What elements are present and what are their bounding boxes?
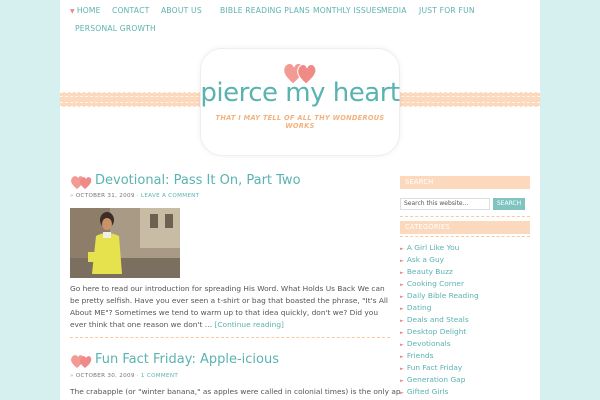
categories-heading: CATEGORIES [400,221,530,234]
search-input[interactable]: Search this website... [400,198,490,210]
nav-personal-growth[interactable]: PERSONAL GROWTH [75,24,156,33]
post-date: OCTOBER 31, 2009 [75,193,135,199]
arrow-icon: ► [400,270,404,276]
arrow-icon: ► [400,342,404,348]
nav-about-us[interactable]: ABOUT US [161,6,202,15]
continue-reading-link[interactable]: [Continue reading] [215,320,284,329]
post-meta: » OCTOBER 30, 2009 · 1 COMMENT [70,373,178,379]
category-label: Generation Gap [406,375,466,384]
site-title[interactable]: pierce my heart [200,78,400,108]
category-item[interactable]: ► Gifted Girls [400,387,448,396]
category-label: Gifted Girls [406,387,449,396]
category-label: Daily Bible Reading [406,291,479,300]
post-thumbnail-image[interactable] [70,208,180,278]
post-heart-icon [71,176,92,189]
category-item[interactable]: ► Daily Bible Reading [400,291,479,300]
category-item[interactable]: ► A Girl Like You [400,243,459,252]
arrow-icon: ► [400,294,404,300]
nav-monthly-issues[interactable]: MONTHLY ISSUES [313,6,382,15]
arrow-icon: ► [400,306,404,312]
nav-home-label: HOME [76,6,101,15]
category-label: Devotionals [406,339,451,348]
arrow-icon: ► [400,378,404,384]
category-label: Beauty Buzz [406,267,453,276]
sidebar-divider [400,216,530,217]
search-heading: SEARCH [400,176,530,189]
category-label: A Girl Like You [406,243,460,252]
post-heart-icon [71,355,92,368]
category-label: Cooking Corner [406,279,464,288]
post-title[interactable]: Devotional: Pass It On, Part Two [95,173,301,188]
category-item[interactable]: ► Dating [400,303,431,312]
arrow-icon: ► [400,354,404,360]
post-excerpt: The crabapple (or "winter banana," as ap… [70,387,400,396]
category-item[interactable]: ► Devotionals [400,339,451,348]
category-label: Friends [406,351,434,360]
category-label: Dating [406,303,432,312]
category-label: Ask a Guy [406,255,445,264]
category-item[interactable]: ► Friends [400,351,433,360]
post-title[interactable]: Fun Fact Friday: Apple-icious [95,352,279,367]
post-excerpt: Go here to read our introduction for spr… [70,283,392,331]
arrow-icon: ► [400,258,404,264]
nav-bible-reading-plans[interactable]: BIBLE READING PLANS [220,6,310,15]
nav-contact[interactable]: CONTACT [112,6,149,15]
post-divider [70,337,390,338]
post-meta: » OCTOBER 31, 2009 · LEAVE A COMMENT [70,193,199,199]
arrow-icon: ► [400,282,404,288]
category-item[interactable]: ► Desktop Delight [400,327,466,336]
site-tagline: THAT I MAY TELL OF ALL THY WONDEROUS WOR… [215,114,385,130]
category-item[interactable]: ► Cooking Corner [400,279,464,288]
sidebar-divider [400,236,530,237]
comment-link[interactable]: 1 COMMENT [141,373,178,379]
arrow-icon: ► [400,318,404,324]
arrow-icon: ► [400,366,404,372]
arrow-icon: ► [400,390,404,396]
arrow-icon: ▼ [70,8,75,15]
nav-home[interactable]: ▼ HOME [70,6,101,15]
nav-media[interactable]: MEDIA [381,6,407,15]
category-item[interactable]: ► Deals and Steals [400,315,469,324]
search-button[interactable]: SEARCH [493,198,525,210]
category-label: Desktop Delight [406,327,467,336]
category-label: Fun Fact Friday [406,363,463,372]
post-date: OCTOBER 30, 2009 [75,373,135,379]
category-item[interactable]: ► Fun Fact Friday [400,363,462,372]
nav-just-for-fun[interactable]: JUST FOR FUN [419,6,475,15]
category-label: Deals and Steals [406,315,469,324]
category-item[interactable]: ► Ask a Guy [400,255,444,264]
page: ▼ HOME CONTACT ABOUT US BIBLE READING PLA… [60,0,540,400]
comment-link[interactable]: LEAVE A COMMENT [141,193,199,199]
category-item[interactable]: ► Beauty Buzz [400,267,453,276]
category-item[interactable]: ► Generation Gap [400,375,465,384]
arrow-icon: ► [400,330,404,336]
arrow-icon: ► [400,246,404,252]
